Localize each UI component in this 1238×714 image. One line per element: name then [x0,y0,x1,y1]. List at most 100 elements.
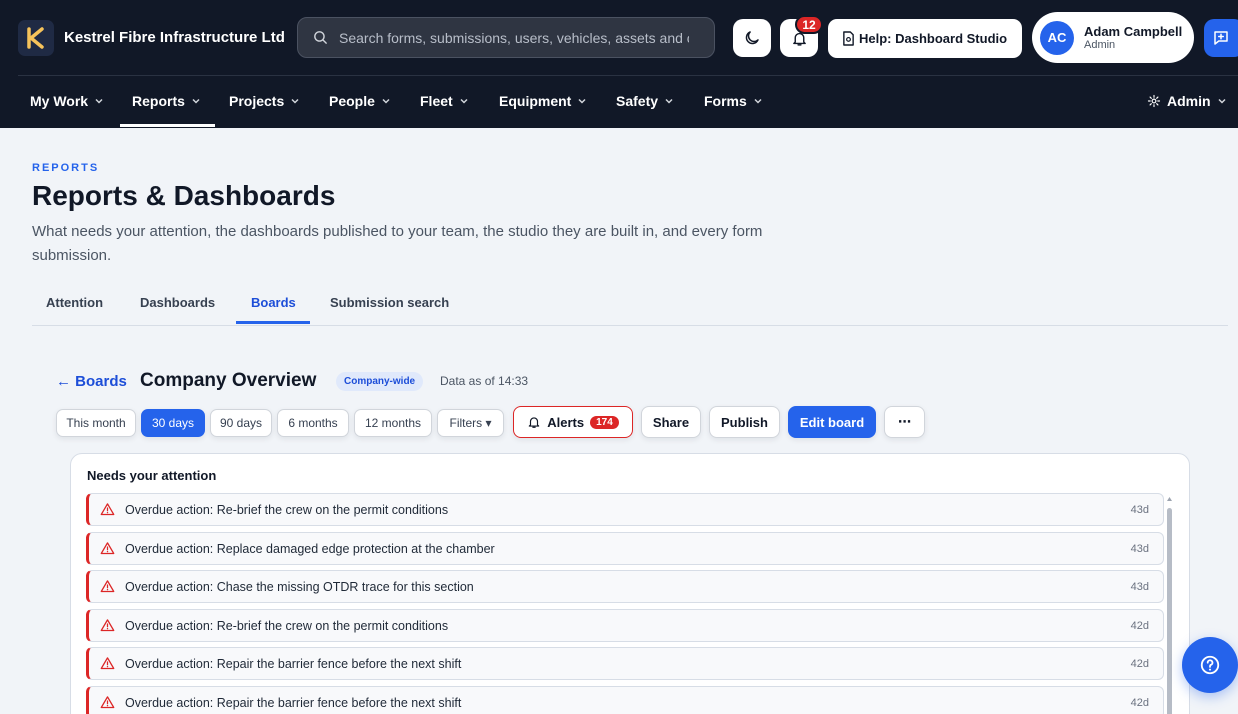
nav-label: Equipment [499,93,572,109]
nav-label: People [329,93,375,109]
warning-icon [100,695,116,711]
search-input[interactable]: Search forms, submissions, users, vehicl… [339,30,689,46]
logo-icon[interactable] [18,20,54,56]
message-plus-icon [1214,31,1228,45]
nav-label: My Work [30,93,89,109]
attention-panel: Needs your attention Overdue action: Re-… [70,453,1190,714]
nav-admin[interactable]: Admin [1147,93,1227,109]
avatar: AC [1040,20,1074,55]
nav-fleet[interactable]: Fleet [420,93,469,109]
attention-item-age: 43d [1130,580,1149,593]
attention-item-age: 43d [1130,542,1149,555]
scrollbar-thumb[interactable] [1167,508,1172,714]
attention-item-age: 42d [1130,657,1149,670]
warning-icon [100,541,116,557]
global-search[interactable]: Search forms, submissions, users, vehicl… [297,17,715,58]
chevron-down-icon [382,98,390,104]
range-90-days[interactable]: 90 days [210,409,272,437]
notification-count-badge: 12 [795,15,823,34]
theme-toggle-button[interactable] [733,19,771,57]
attention-item-text: Overdue action: Re-brief the crew on the… [125,618,449,633]
chevron-down-icon [665,98,673,104]
attention-item-age: 42d [1130,619,1149,632]
question-circle-icon [1200,655,1220,675]
nav-divider [18,75,1238,76]
user-menu[interactable]: AC Adam Campbell Admin [1032,12,1194,63]
nav-people[interactable]: People [329,93,391,109]
nav-my-work[interactable]: My Work [30,93,104,109]
more-options-button[interactable]: ⋯ [884,406,925,438]
attention-item[interactable]: Overdue action: Repair the barrier fence… [86,647,1164,680]
attention-item-text: Overdue action: Repair the barrier fence… [125,695,462,710]
nav-forms[interactable]: Forms [704,93,763,109]
nav-safety[interactable]: Safety [616,93,674,109]
nav-projects[interactable]: Projects [229,93,300,109]
tab-boards[interactable]: Boards [251,295,296,310]
attention-item-text: Overdue action: Repair the barrier fence… [125,656,462,671]
chevron-down-icon [95,98,103,104]
chevron-down-icon [192,98,200,104]
publish-button[interactable]: Publish [709,406,780,438]
range-12-months[interactable]: 12 months [354,409,432,437]
scope-badge: Company-wide [336,372,424,391]
nav-label: Fleet [420,93,453,109]
warning-icon [100,579,116,595]
active-tab-indicator [236,321,310,324]
alerts-button[interactable]: Alerts 174 [513,406,633,438]
tab-attention[interactable]: Attention [46,295,103,310]
nav-label: Projects [229,93,285,109]
moon-icon [745,31,759,45]
company-name[interactable]: Kestrel Fibre Infrastructure Ltd [64,29,285,46]
search-icon [314,31,327,44]
data-timestamp: Data as of 14:33 [440,374,529,388]
page-description: What needs your attention, the dashboard… [32,223,763,264]
alerts-count-badge: 174 [590,415,619,429]
page-eyebrow: REPORTS [32,162,100,174]
tab-dashboards[interactable]: Dashboards [140,295,215,310]
attention-item[interactable]: Overdue action: Replace damaged edge pro… [86,532,1164,565]
warning-icon [100,618,116,634]
attention-item[interactable]: Overdue action: Chase the missing OTDR t… [86,570,1164,603]
filters-dropdown[interactable]: Filters ▾ [437,409,504,437]
bell-icon [528,417,540,428]
attention-item[interactable]: Overdue action: Re-brief the crew on the… [86,493,1164,526]
chevron-down-icon [754,98,762,104]
chevron-down-icon [1218,98,1226,104]
range-30-days[interactable]: 30 days [141,409,205,437]
page-title: Reports & Dashboards [32,180,336,211]
share-button[interactable]: Share [641,406,701,438]
nav-equipment[interactable]: Equipment [499,93,587,109]
scroll-up-arrow-icon [1167,497,1172,501]
feedback-button[interactable] [1204,19,1238,57]
top-bar: Kestrel Fibre Infrastructure Ltd Search … [0,0,1238,128]
edit-board-button[interactable]: Edit board [788,406,876,438]
attention-item-text: Overdue action: Re-brief the crew on the… [125,502,449,517]
tab-bar: Attention Dashboards Boards Submission s… [32,286,1228,326]
board-title: Company Overview [140,370,317,391]
nav-label: Reports [132,93,185,109]
alerts-label: Alerts [547,414,585,430]
range-6-months[interactable]: 6 months [277,409,349,437]
attention-item-text: Overdue action: Chase the missing OTDR t… [125,579,474,594]
attention-item-age: 42d [1130,696,1149,709]
chevron-down-icon [291,98,299,104]
nav-active-indicator [120,124,215,127]
nav-reports[interactable]: Reports [132,93,201,109]
scrollbar[interactable] [1166,496,1173,714]
chevron-down-icon [578,98,586,104]
help-fab-button[interactable] [1182,637,1238,693]
tab-submission-search[interactable]: Submission search [330,295,449,310]
user-role: Admin [1084,39,1116,51]
help-button[interactable]: Help: Dashboard Studio [828,19,1022,58]
document-icon [843,31,854,46]
warning-icon [100,656,116,672]
attention-item[interactable]: Overdue action: Re-brief the crew on the… [86,609,1164,642]
attention-item-age: 43d [1130,503,1149,516]
range-this-month[interactable]: This month [56,409,136,437]
panel-title: Needs your attention [87,468,217,483]
attention-item[interactable]: Overdue action: Repair the barrier fence… [86,686,1164,714]
admin-label: Admin [1167,93,1211,109]
warning-icon [100,502,116,518]
back-to-boards-link[interactable]: ← Boards [56,373,127,390]
user-info: Adam Campbell Admin [1084,24,1182,51]
